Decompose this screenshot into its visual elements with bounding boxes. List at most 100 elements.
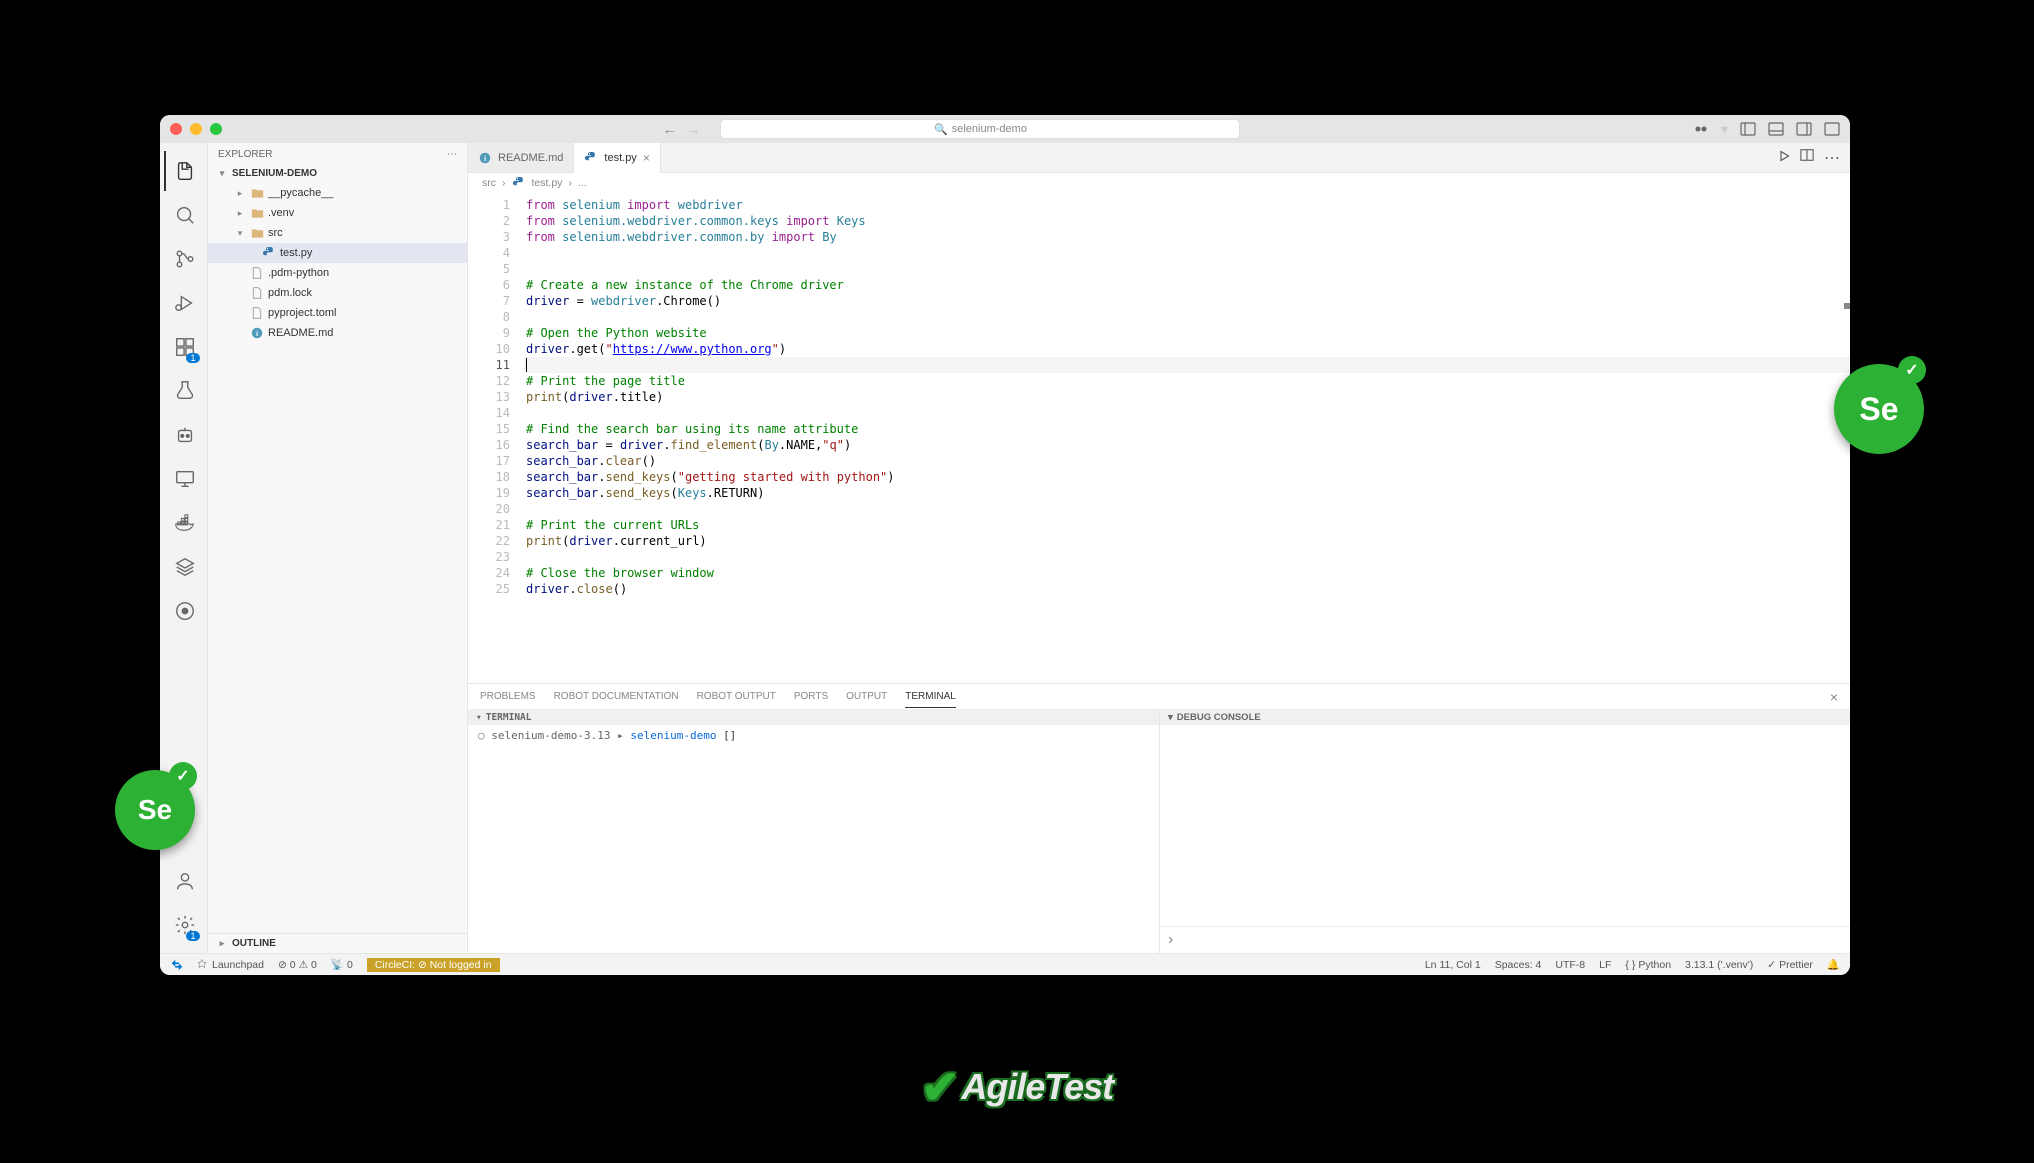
code-line[interactable]: # Open the Python website bbox=[524, 325, 1850, 341]
window-minimize-button[interactable] bbox=[190, 123, 202, 135]
code-line[interactable]: driver.get("https://www.python.org") bbox=[524, 341, 1850, 357]
activity-search[interactable] bbox=[164, 195, 204, 235]
editor-tab[interactable]: iREADME.md bbox=[468, 143, 574, 172]
code-line[interactable] bbox=[524, 245, 1850, 261]
status-launchpad[interactable]: Launchpad bbox=[198, 959, 264, 971]
panel-tab[interactable]: ROBOT OUTPUT bbox=[697, 686, 776, 707]
panel-tab[interactable]: TERMINAL bbox=[905, 686, 956, 708]
tree-file[interactable]: pdm.lock bbox=[208, 283, 467, 303]
remote-indicator[interactable] bbox=[170, 958, 184, 972]
status-circleci[interactable]: CircleCI: ⊘ Not logged in bbox=[367, 958, 500, 972]
status-problems[interactable]: ⊘0 ⚠0 bbox=[278, 959, 317, 971]
chevron-down-icon[interactable]: ▾ bbox=[1168, 712, 1173, 723]
explorer-more-icon[interactable]: ⋯ bbox=[447, 149, 457, 160]
code-line[interactable]: print(driver.current_url) bbox=[524, 533, 1850, 549]
status-encoding[interactable]: UTF-8 bbox=[1555, 958, 1585, 971]
chevron-down-icon[interactable]: ▾ bbox=[476, 712, 482, 723]
status-notifications-icon[interactable]: 🔔 bbox=[1827, 958, 1840, 971]
editor-more-icon[interactable]: ⋯ bbox=[1824, 148, 1840, 168]
code-line[interactable] bbox=[524, 501, 1850, 517]
panel-tab[interactable]: PORTS bbox=[794, 686, 828, 707]
activity-scm[interactable] bbox=[164, 239, 204, 279]
panel-tab[interactable]: OUTPUT bbox=[846, 686, 887, 707]
tree-folder[interactable]: ▾src bbox=[208, 223, 467, 243]
tree-file[interactable]: test.py bbox=[208, 243, 467, 263]
code-line[interactable]: driver.close() bbox=[524, 581, 1850, 597]
activity-containers[interactable] bbox=[164, 547, 204, 587]
panel: PROBLEMS ROBOT DOCUMENTATION ROBOT OUTPUT P… bbox=[468, 683, 1850, 953]
tree-file[interactable]: pyproject.toml bbox=[208, 303, 467, 323]
chevron-right-icon: › bbox=[568, 177, 572, 189]
activity-debug[interactable] bbox=[164, 283, 204, 323]
code-line[interactable] bbox=[524, 357, 1850, 373]
folder-icon bbox=[250, 206, 264, 220]
status-ports[interactable]: 📡0 bbox=[331, 958, 353, 971]
activity-testing[interactable] bbox=[164, 371, 204, 411]
tree-folder[interactable]: ▸__pycache__ bbox=[208, 183, 467, 203]
status-cursor-pos[interactable]: Ln 11, Col 1 bbox=[1425, 958, 1481, 971]
activity-extensions[interactable]: 1 bbox=[164, 327, 204, 367]
code-editor[interactable]: 1234567891011121314151617181920212223242… bbox=[468, 193, 1850, 683]
activity-robot[interactable] bbox=[164, 415, 204, 455]
code-line[interactable]: driver = webdriver.Chrome() bbox=[524, 293, 1850, 309]
code-line[interactable] bbox=[524, 405, 1850, 421]
code-line[interactable]: # Close the browser window bbox=[524, 565, 1850, 581]
selenium-logo: Se ✓ bbox=[115, 770, 195, 850]
code-line[interactable] bbox=[524, 309, 1850, 325]
run-icon[interactable] bbox=[1778, 149, 1790, 167]
activity-account[interactable] bbox=[164, 861, 204, 901]
terminal-content[interactable]: ○ selenium-demo-3.13 ▸ selenium-demo [] bbox=[468, 725, 1159, 746]
split-editor-icon[interactable] bbox=[1800, 148, 1814, 167]
status-spaces[interactable]: Spaces: 4 bbox=[1495, 958, 1542, 971]
layout-left-icon[interactable] bbox=[1740, 121, 1756, 137]
status-eol[interactable]: LF bbox=[1599, 958, 1611, 971]
tree-item-label: pdm.lock bbox=[268, 287, 312, 299]
status-interpreter[interactable]: 3.13.1 ('.venv') bbox=[1685, 958, 1753, 971]
selenium-logo: Se ✓ bbox=[1834, 364, 1924, 454]
editor-tab[interactable]: test.py × bbox=[574, 143, 660, 173]
status-lang[interactable]: { } Python bbox=[1625, 958, 1671, 971]
command-center-search[interactable]: 🔍 selenium-demo bbox=[720, 119, 1240, 139]
tree-file[interactable]: iREADME.md bbox=[208, 323, 467, 343]
tree-folder[interactable]: ▸.venv bbox=[208, 203, 467, 223]
layout-right-icon[interactable] bbox=[1796, 121, 1812, 137]
activity-remote-ex[interactable] bbox=[164, 459, 204, 499]
nav-back-icon[interactable]: ← bbox=[662, 121, 676, 137]
breadcrumb[interactable]: src › test.py › ... bbox=[468, 173, 1850, 193]
code-line[interactable]: from selenium import webdriver bbox=[524, 197, 1850, 213]
nav-forward-icon[interactable]: → bbox=[686, 121, 700, 137]
activity-settings[interactable]: 1 bbox=[164, 905, 204, 945]
code-line[interactable]: search_bar.send_keys(Keys.RETURN) bbox=[524, 485, 1850, 501]
outline-section[interactable]: ▸ OUTLINE bbox=[208, 933, 467, 953]
code-line[interactable]: search_bar.send_keys("getting started wi… bbox=[524, 469, 1850, 485]
code-line[interactable]: print(driver.title) bbox=[524, 389, 1850, 405]
code-line[interactable]: # Find the search bar using its name att… bbox=[524, 421, 1850, 437]
layout-bottom-icon[interactable] bbox=[1768, 121, 1784, 137]
panel-close-icon[interactable]: × bbox=[1830, 689, 1838, 705]
code-line[interactable]: search_bar = driver.find_element(By.NAME… bbox=[524, 437, 1850, 453]
window-close-button[interactable] bbox=[170, 123, 182, 135]
copilot-icon[interactable] bbox=[1693, 121, 1709, 137]
layout-customize-icon[interactable] bbox=[1824, 121, 1840, 137]
tab-close-icon[interactable]: × bbox=[643, 151, 650, 165]
status-prettier[interactable]: ✓ Prettier bbox=[1767, 958, 1813, 971]
code-line[interactable] bbox=[524, 549, 1850, 565]
code-line[interactable]: # Print the current URLs bbox=[524, 517, 1850, 533]
code-line[interactable]: from selenium.webdriver.common.by import… bbox=[524, 229, 1850, 245]
project-root[interactable]: ▾ SELENIUM-DEMO bbox=[208, 166, 467, 181]
panel-tab[interactable]: ROBOT DOCUMENTATION bbox=[554, 686, 679, 707]
code-line[interactable]: # Create a new instance of the Chrome dr… bbox=[524, 277, 1850, 293]
panel-tab[interactable]: PROBLEMS bbox=[480, 686, 536, 707]
code-line[interactable]: from selenium.webdriver.common.keys impo… bbox=[524, 213, 1850, 229]
code-line[interactable]: # Print the page title bbox=[524, 373, 1850, 389]
chevron-right-icon: ▸ bbox=[216, 938, 228, 949]
activity-docker[interactable] bbox=[164, 503, 204, 543]
tree-file[interactable]: .pdm-python bbox=[208, 263, 467, 283]
code-line[interactable]: search_bar.clear() bbox=[524, 453, 1850, 469]
tab-label: test.py bbox=[604, 152, 636, 164]
debug-console-input[interactable]: › bbox=[1160, 926, 1850, 953]
window-maximize-button[interactable] bbox=[210, 123, 222, 135]
activity-circleci[interactable] bbox=[164, 591, 204, 631]
code-line[interactable] bbox=[524, 261, 1850, 277]
activity-explorer[interactable] bbox=[164, 151, 204, 191]
